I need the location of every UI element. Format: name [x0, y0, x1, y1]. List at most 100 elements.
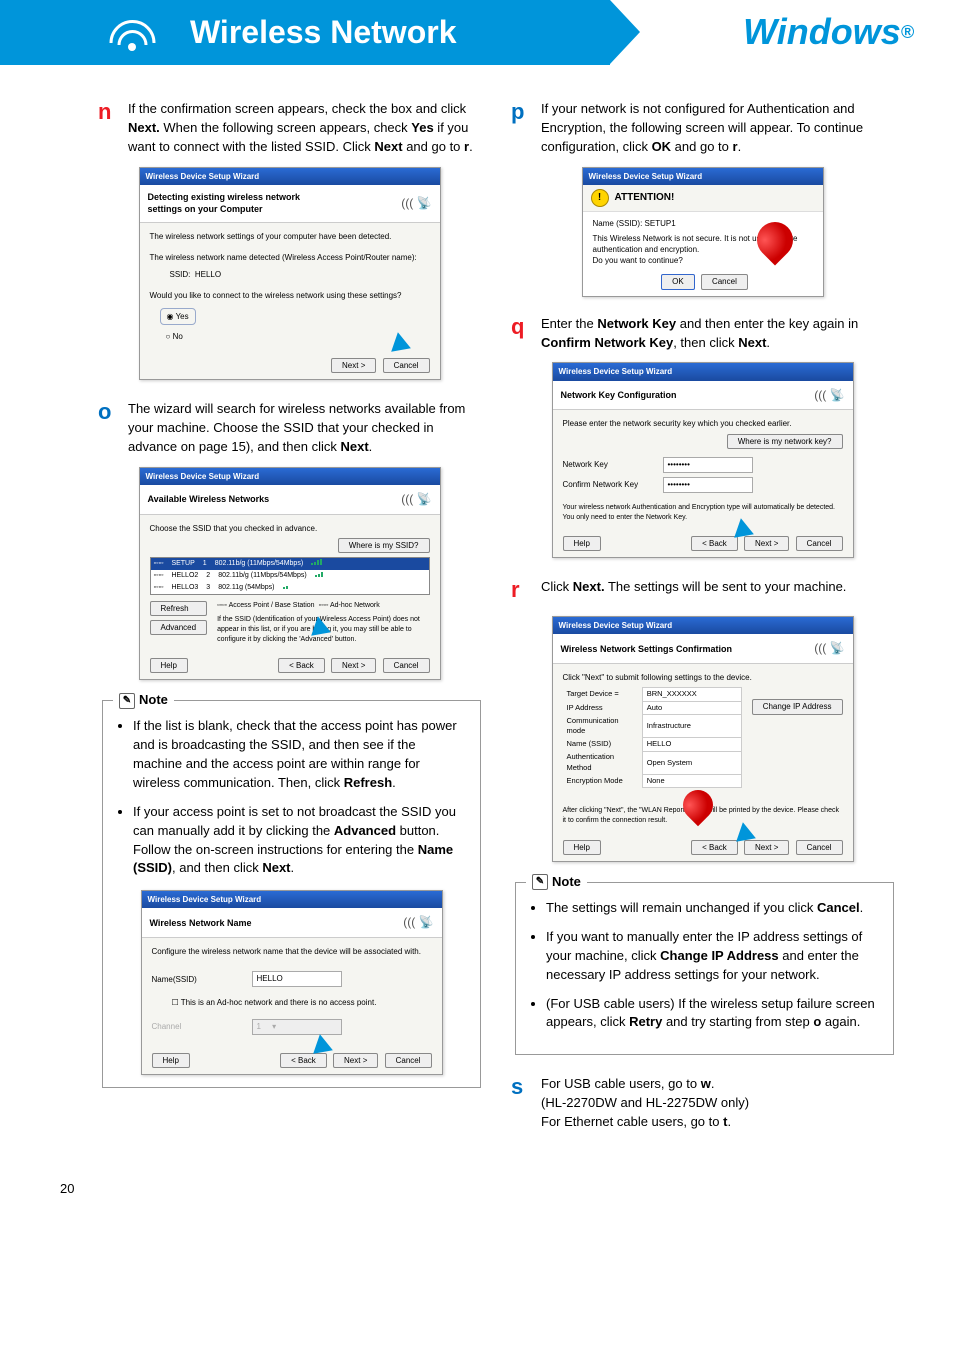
step-o-text: The wizard will search for wireless netw… [128, 400, 481, 457]
dialog-network-key: Wireless Device Setup Wizard Network Key… [552, 362, 854, 558]
note-item: If your access point is set to not broad… [133, 803, 468, 878]
cancel-button[interactable]: Cancel [383, 358, 430, 373]
cancel-button[interactable]: Cancel [796, 840, 843, 855]
header-title-left: Wireless Network [0, 0, 610, 65]
dialog-title: Wireless Device Setup Wizard [140, 168, 440, 185]
next-button[interactable]: Next > [331, 358, 376, 373]
ssid-list[interactable]: ▫◦▫◦SETUP1802.11b/g (11Mbps/54Mbps) ▫◦▫◦… [150, 557, 430, 595]
wifi-waves-icon: ((( 📡 [401, 195, 431, 212]
name-ssid-label: Name(SSID) [152, 974, 232, 985]
right-column: p If your network is not configured for … [511, 100, 894, 1140]
step-letter-p: p [511, 97, 541, 157]
brand-wifi-icon [105, 15, 160, 55]
os-name: Windows [743, 7, 901, 57]
radio-no[interactable]: No [173, 332, 183, 341]
dialog-heading: Wireless Network Settings Confirmation [561, 643, 732, 656]
list-item: ▫◦▫◦SETUP1802.11b/g (11Mbps/54Mbps) [151, 558, 429, 570]
dialog-heading: Available Wireless Networks [148, 493, 270, 506]
where-key-button[interactable]: Where is my network key? [727, 434, 843, 449]
note-title: Note [552, 873, 581, 891]
step-q: q Enter the Network Key and then enter t… [511, 315, 894, 353]
attention-heading: ATTENTION! [615, 191, 675, 205]
dialog-title: Wireless Device Setup Wizard [142, 891, 442, 908]
help-button[interactable]: Help [563, 536, 601, 551]
help-button[interactable]: Help [563, 840, 601, 855]
step-p: p If your network is not configured for … [511, 100, 894, 157]
table-row: Target Device =BRN_XXXXXX [563, 688, 742, 702]
network-key-input[interactable]: •••••••• [663, 457, 753, 473]
left-column: n If the confirmation screen appears, ch… [98, 100, 481, 1140]
cancel-button[interactable]: Cancel [701, 274, 748, 289]
note-item: (For USB cable users) If the wireless se… [546, 995, 881, 1033]
step-letter-n: n [98, 97, 128, 157]
step-q-text: Enter the Network Key and then enter the… [541, 315, 894, 353]
pointer-arrow-icon [733, 820, 756, 841]
header-title-right: Windows® [743, 0, 954, 65]
back-button[interactable]: < Back [280, 1053, 327, 1068]
change-ip-button[interactable]: Change IP Address [752, 699, 843, 714]
refresh-button[interactable]: Refresh [150, 601, 208, 616]
dialog-title: Wireless Device Setup Wizard [553, 363, 853, 380]
network-key-label: Network Key [563, 459, 643, 470]
step-p-text: If your network is not configured for Au… [541, 100, 894, 157]
registered-mark: ® [901, 20, 914, 45]
table-row: Name (SSID)HELLO [563, 738, 742, 752]
step-o: o The wizard will search for wireless ne… [98, 400, 481, 457]
dialog-network-name: Wireless Device Setup Wizard Wireless Ne… [141, 890, 443, 1075]
dialog-available-networks: Wireless Device Setup Wizard Available W… [139, 467, 441, 681]
step-n-text: If the confirmation screen appears, chec… [128, 100, 481, 157]
step-n: n If the confirmation screen appears, ch… [98, 100, 481, 157]
next-button[interactable]: Next > [331, 658, 376, 673]
note-box-right: ✎Note The settings will remain unchanged… [515, 882, 894, 1055]
back-button[interactable]: < Back [278, 658, 325, 673]
header-bar: Wireless Network Windows® [0, 0, 954, 70]
list-item: ▫◦▫◦HELLO22802.11b/g (11Mbps/54Mbps) [151, 570, 429, 582]
dialog-settings-confirmation: Wireless Device Setup Wizard Wireless Ne… [552, 616, 854, 862]
dialog-heading: Detecting existing wireless network sett… [148, 191, 328, 216]
dialog-title: Wireless Device Setup Wizard [583, 168, 823, 185]
step-s: s For USB cable users, go to w. (HL-2270… [511, 1075, 894, 1132]
where-ssid-button[interactable]: Where is my SSID? [338, 538, 430, 553]
pointer-arrow-icon [388, 330, 411, 351]
back-button[interactable]: < Back [691, 840, 738, 855]
note-item: If you want to manually enter the IP add… [546, 928, 881, 985]
wifi-waves-icon: ((( 📡 [814, 387, 844, 404]
cancel-button[interactable]: Cancel [385, 1053, 432, 1068]
radio-yes[interactable]: Yes [176, 312, 189, 321]
note-item: If the list is blank, check that the acc… [133, 717, 468, 792]
table-row: IP AddressAuto [563, 701, 742, 715]
step-r: r Click Next. The settings will be sent … [511, 578, 894, 606]
channel-label: Channel [152, 1021, 232, 1032]
pointer-arrow-icon [310, 1033, 333, 1054]
advanced-button[interactable]: Advanced [150, 620, 208, 635]
step-letter-q: q [511, 312, 541, 353]
step-letter-o: o [98, 397, 128, 457]
help-button[interactable]: Help [152, 1053, 190, 1068]
next-button[interactable]: Next > [744, 536, 789, 551]
wifi-waves-icon: ((( 📡 [814, 640, 844, 657]
next-button[interactable]: Next > [333, 1053, 378, 1068]
dialog-heading: Network Key Configuration [561, 389, 677, 402]
cancel-button[interactable]: Cancel [796, 536, 843, 551]
adhoc-checkbox[interactable]: ☐ [172, 998, 181, 1007]
dialog-detect-settings: Wireless Device Setup Wizard Detecting e… [139, 167, 441, 381]
confirm-key-label: Confirm Network Key [563, 479, 643, 490]
cancel-button[interactable]: Cancel [383, 658, 430, 673]
name-ssid-input[interactable]: HELLO [252, 971, 342, 987]
step-r-text: Click Next. The settings will be sent to… [541, 578, 894, 606]
dialog-title: Wireless Device Setup Wizard [553, 617, 853, 634]
wifi-waves-icon: ((( 📡 [403, 914, 433, 931]
pencil-icon: ✎ [532, 874, 548, 890]
table-row: Communication modeInfrastructure [563, 715, 742, 738]
help-button[interactable]: Help [150, 658, 188, 673]
pointer-arrow-icon [308, 615, 331, 636]
dialog-title: Wireless Device Setup Wizard [140, 468, 440, 485]
back-button[interactable]: < Back [691, 536, 738, 551]
step-letter-s: s [511, 1072, 541, 1132]
confirm-key-input[interactable]: •••••••• [663, 477, 753, 493]
ok-button[interactable]: OK [661, 274, 695, 289]
dialog-attention: Wireless Device Setup Wizard ! ATTENTION… [582, 167, 824, 297]
step-letter-r: r [511, 575, 541, 606]
warning-icon: ! [591, 189, 609, 207]
pencil-icon: ✎ [119, 693, 135, 709]
